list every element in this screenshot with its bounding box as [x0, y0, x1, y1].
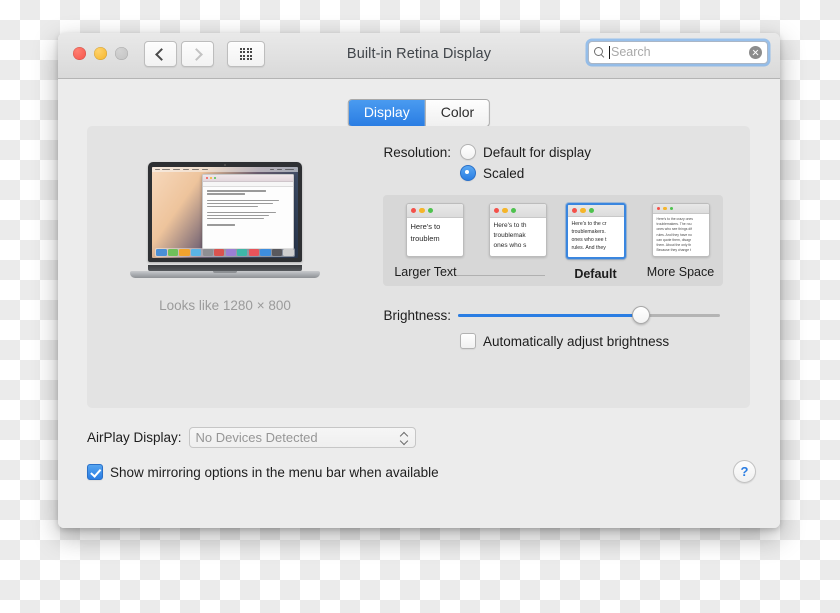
scaled-option-label: More Space — [646, 265, 715, 279]
mirroring-checkbox[interactable] — [87, 464, 103, 480]
scaled-option-more-space[interactable]: Here's to the crazy ones troublemakers. … — [642, 203, 720, 279]
preview-doc-text — [203, 187, 294, 230]
display-preferences-window: Built-in Retina Display Search Display C… — [58, 33, 780, 528]
scaled-option-default[interactable]: Here's to the cr troublemakers. ones who… — [557, 203, 635, 281]
resolution-label: Resolution: — [383, 144, 451, 160]
scaled-resolution-strip: Here's to troublem Larger Text Here's to… — [383, 195, 723, 286]
airplay-selected-value: No Devices Detected — [195, 430, 318, 445]
preview-menubar — [152, 167, 298, 172]
search-placeholder: Search — [611, 45, 651, 60]
window-toolbar: Built-in Retina Display Search — [58, 33, 780, 79]
preview-doc-titlebar — [202, 175, 294, 183]
preview-dock — [154, 248, 296, 257]
search-field[interactable]: Search — [588, 41, 768, 64]
scale-connector-rule — [457, 275, 545, 276]
help-button[interactable]: ? — [733, 460, 756, 483]
camera-icon — [224, 164, 226, 166]
auto-brightness-row: Automatically adjust brightness — [363, 333, 740, 349]
airplay-row: AirPlay Display: No Devices Detected — [87, 427, 416, 448]
brightness-slider[interactable] — [458, 306, 720, 324]
tab-display[interactable]: Display — [348, 100, 425, 126]
thumbnail-preview: Here's to th troublemak ones who s — [488, 203, 547, 257]
macbook-base — [130, 271, 320, 278]
search-icon — [594, 47, 605, 58]
thumbnail-text: Here's to the crazy ones troublemakers. … — [656, 217, 693, 253]
clear-icon[interactable] — [749, 46, 762, 59]
radio-default-for-display-label: Default for display — [483, 144, 592, 160]
text-caret — [609, 46, 610, 59]
scaled-option-label: Larger Text — [394, 265, 457, 279]
airplay-label: AirPlay Display: — [87, 430, 182, 445]
thumbnail-titlebar — [489, 204, 546, 218]
mirroring-row: Show mirroring options in the menu bar w… — [87, 464, 439, 480]
display-controls: Resolution: Default for display Scaled H… — [363, 144, 740, 349]
brightness-label: Brightness: — [383, 307, 451, 323]
thumbnail-text: Here's to th troublemak ones who s — [493, 222, 527, 249]
thumbnail-titlebar — [567, 205, 624, 217]
mirroring-label: Show mirroring options in the menu bar w… — [110, 464, 439, 480]
macbook-illustration — [130, 162, 320, 282]
thumbnail-text: Here's to the cr troublemakers. ones who… — [571, 221, 607, 251]
slider-knob[interactable] — [632, 306, 651, 324]
tab-color[interactable]: Color — [424, 100, 490, 126]
radio-default-for-display[interactable] — [460, 144, 476, 160]
preview-textedit-window — [201, 174, 295, 250]
display-preview: Looks like 1280 × 800 — [97, 136, 353, 313]
chevron-updown-icon — [400, 431, 409, 445]
macbook-notch — [213, 271, 237, 273]
resolution-scaled-row: Scaled — [363, 165, 740, 181]
window-body: Display Color Looks like 1280 × 800 Reso… — [58, 79, 780, 528]
brightness-row: Brightness: — [363, 306, 740, 324]
thumbnail-text: Here's to troublem — [410, 222, 441, 243]
resolution-row: Resolution: Default for display — [363, 144, 740, 160]
thumbnail-titlebar — [652, 204, 709, 214]
auto-brightness-label: Automatically adjust brightness — [483, 333, 670, 349]
airplay-popup-menu[interactable]: No Devices Detected — [188, 427, 416, 448]
radio-scaled-label: Scaled — [483, 165, 525, 181]
scaled-option-2[interactable]: Here's to th troublemak ones who s — [472, 203, 550, 265]
resolution-caption: Looks like 1280 × 800 — [159, 298, 291, 313]
thumbnail-preview: Here's to the crazy ones troublemakers. … — [651, 203, 710, 257]
radio-scaled[interactable] — [460, 165, 476, 181]
scaled-option-larger-text[interactable]: Here's to troublem Larger Text — [387, 203, 465, 279]
tab-bar: Display Color — [347, 99, 491, 127]
scaled-option-label: Default — [574, 267, 617, 281]
slider-fill — [458, 313, 642, 317]
thumbnail-preview-selected: Here's to the cr troublemakers. ones who… — [565, 203, 626, 259]
auto-brightness-checkbox[interactable] — [460, 333, 476, 349]
macbook-lid — [148, 162, 302, 262]
scaled-thumbnails: Here's to troublem Larger Text Here's to… — [383, 203, 723, 281]
display-settings-panel: Looks like 1280 × 800 Resolution: Defaul… — [87, 126, 750, 408]
thumbnail-preview: Here's to troublem — [405, 203, 464, 257]
macbook-screen — [152, 167, 298, 258]
thumbnail-titlebar — [406, 204, 463, 218]
